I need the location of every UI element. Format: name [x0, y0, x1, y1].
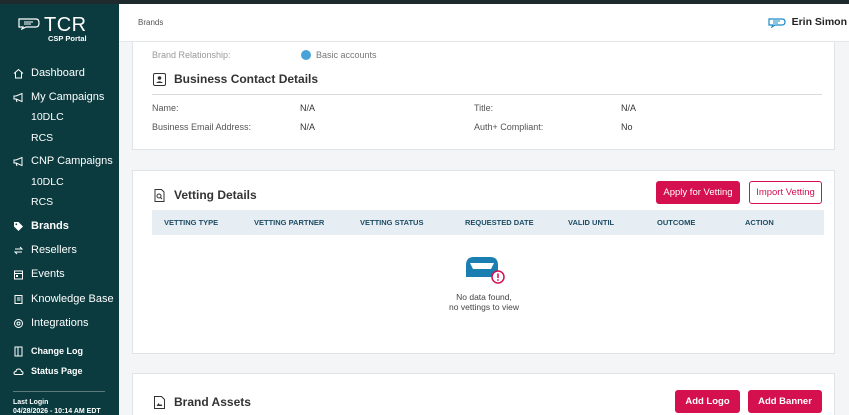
sidebar-item-resellers[interactable]: Resellers [0, 240, 119, 260]
sidebar-item-label: Dashboard [31, 67, 85, 79]
breadcrumb[interactable]: Brands [138, 18, 163, 27]
import-vetting-button[interactable]: Import Vetting [749, 181, 822, 204]
last-login-value: 04/28/2026 - 10:14 AM EDT [13, 408, 101, 415]
sidebar-item-label: Resellers [31, 244, 77, 256]
sidebar-item-cnp-campaigns-rcs[interactable]: RCS [0, 192, 119, 212]
email-value: N/A [300, 122, 316, 132]
contact-card-icon [153, 72, 166, 86]
business-contact-title: Business Contact Details [153, 72, 318, 86]
vetting-title: Vetting Details [153, 188, 257, 202]
user-name: Erin Simon [791, 16, 847, 28]
column-header-requested-date[interactable]: REQUESTED DATE [465, 218, 534, 227]
sidebar-item-my-campaigns[interactable]: My Campaigns [0, 87, 119, 107]
last-login-label: Last Login [13, 399, 49, 406]
tcr-logo-icon [18, 18, 40, 30]
sidebar-item-events[interactable]: Events [0, 264, 119, 284]
name-value: N/A [300, 103, 316, 113]
document-icon [13, 346, 24, 357]
empty-state-message: No data found, no vettings to view [413, 292, 555, 312]
column-header-vetting-type[interactable]: VETTING TYPE [164, 218, 218, 227]
sidebar-item-label: My Campaigns [31, 91, 105, 103]
brand-relationship-label: Brand Relationship: [152, 50, 231, 60]
email-label: Business Email Address: [152, 122, 252, 132]
sidebar-item-label: CNP Campaigns [31, 155, 113, 167]
sidebar-item-cnp-campaigns-10dlc[interactable]: 10DLC [0, 172, 119, 192]
sidebar-item-label: Integrations [31, 317, 89, 329]
column-header-vetting-partner[interactable]: VETTING PARTNER [254, 218, 324, 227]
sidebar-item-status-page[interactable]: Status Page [0, 361, 119, 381]
sidebar-item-label: 10DLC [31, 111, 64, 123]
image-file-icon [154, 395, 165, 409]
vetting-title-text: Vetting Details [174, 188, 257, 202]
book-icon [13, 294, 24, 305]
auth-compliant-label: Auth+ Compliant: [474, 122, 544, 132]
sidebar-item-change-log[interactable]: Change Log [0, 341, 119, 361]
calendar-icon [13, 269, 24, 280]
sidebar-item-label: Change Log [31, 346, 83, 356]
user-menu[interactable]: Erin Simon [767, 16, 847, 28]
sidebar-item-label: RCS [31, 132, 54, 144]
brand-relationship-text: Basic accounts [316, 50, 377, 60]
sidebar-item-label: Events [31, 268, 65, 280]
sidebar-item-label: Status Page [31, 366, 83, 376]
sidebar-divider [13, 391, 105, 392]
column-header-action[interactable]: ACTION [745, 218, 774, 227]
brand-assets-card: Brand Assets Add Logo Add Banner [132, 373, 835, 415]
megaphone-icon [13, 156, 24, 167]
apply-for-vetting-button[interactable]: Apply for Vetting [656, 181, 740, 204]
add-logo-button[interactable]: Add Logo [675, 390, 740, 413]
brand-relationship-value: Basic accounts [301, 50, 377, 60]
business-contact-title-text: Business Contact Details [174, 72, 319, 86]
title-label: Title: [474, 103, 494, 113]
top-header: Brands Erin Simon [119, 4, 849, 42]
empty-state-line-1: No data found, [456, 292, 512, 302]
tcr-logo[interactable]: TCR CSP Portal [18, 14, 108, 44]
swap-icon [13, 245, 24, 256]
column-header-vetting-status[interactable]: VETTING STATUS [360, 218, 423, 227]
cloud-icon [13, 366, 24, 377]
integrations-icon [13, 318, 24, 329]
sidebar-item-label: 10DLC [31, 176, 64, 188]
logo-subtitle: CSP Portal [48, 34, 87, 43]
sidebar-item-my-campaigns-rcs[interactable]: RCS [0, 128, 119, 148]
sidebar-item-integrations[interactable]: Integrations [0, 313, 119, 333]
empty-state-line-2: no vettings to view [449, 302, 519, 312]
sidebar-item-dashboard[interactable]: Dashboard [0, 63, 119, 83]
title-value: N/A [621, 103, 637, 113]
vetting-doc-icon [154, 188, 165, 202]
empty-inbox-icon [466, 257, 505, 284]
sidebar-item-label: Knowledge Base [31, 293, 114, 305]
window-top-strip [0, 0, 849, 4]
vetting-table-header: VETTING TYPE VETTING PARTNER VETTING STA… [152, 210, 824, 235]
sidebar: TCR CSP Portal Dashboard My Campaigns 10… [0, 0, 119, 415]
column-header-valid-until[interactable]: VALID UNTIL [568, 218, 614, 227]
auth-compliant-value: No [621, 122, 633, 132]
brand-assets-title: Brand Assets [153, 395, 251, 409]
last-login: Last Login 04/28/2026 - 10:14 AM EDT [13, 398, 101, 415]
sidebar-item-label: RCS [31, 196, 54, 208]
megaphone-icon [13, 92, 24, 103]
sidebar-item-my-campaigns-10dlc[interactable]: 10DLC [0, 107, 119, 127]
name-label: Name: [152, 103, 179, 113]
home-icon [13, 68, 24, 79]
sidebar-item-label: Brands [31, 220, 69, 232]
column-header-outcome[interactable]: OUTCOME [657, 218, 695, 227]
basic-accounts-icon [301, 50, 311, 60]
brand-details-card: Brand Relationship: Basic accounts Busin… [132, 42, 835, 150]
sidebar-item-brands[interactable]: Brands [0, 216, 119, 236]
user-hand-icon [767, 18, 786, 28]
vetting-card: Vetting Details Apply for Vetting Import… [132, 170, 835, 354]
sidebar-item-knowledge-base[interactable]: Knowledge Base [0, 289, 119, 309]
brand-assets-title-text: Brand Assets [174, 395, 251, 409]
add-banner-button[interactable]: Add Banner [748, 390, 822, 413]
tag-icon [13, 221, 24, 232]
section-divider [152, 94, 822, 95]
sidebar-item-cnp-campaigns[interactable]: CNP Campaigns [0, 151, 119, 171]
